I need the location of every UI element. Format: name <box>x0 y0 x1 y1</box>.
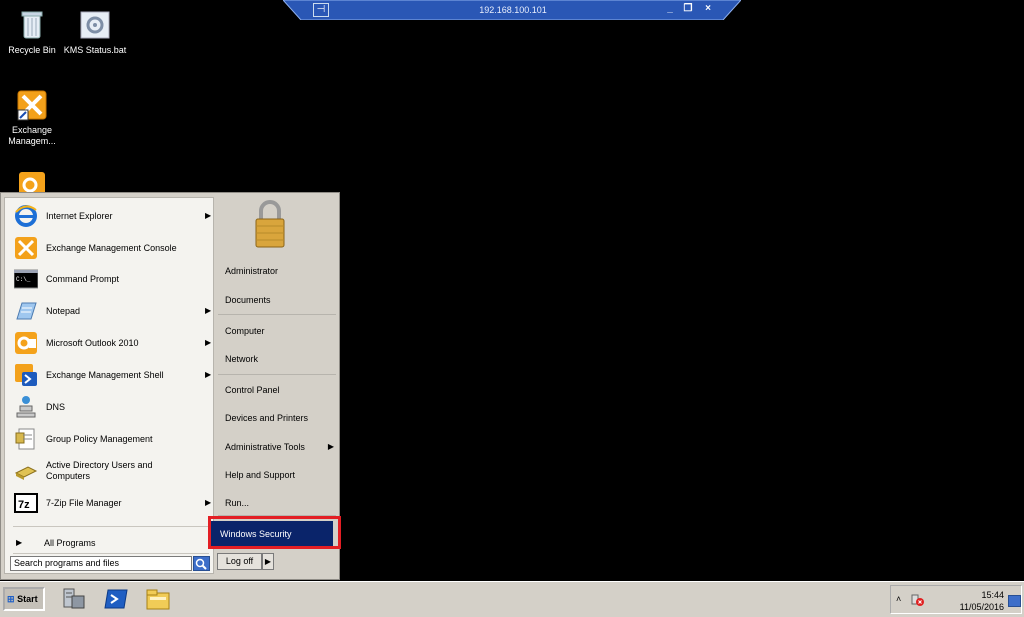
clock-date: 11/05/2016 <box>959 602 1004 612</box>
program-label: DNS <box>46 402 66 412</box>
outlook-icon <box>15 168 49 192</box>
rdp-restore-button[interactable]: ❐ <box>681 3 695 15</box>
log-off-button[interactable]: Log off <box>217 553 262 570</box>
place-network[interactable]: Network <box>224 350 340 368</box>
pin-icon[interactable]: ⊣ <box>313 3 329 17</box>
program-exchange-console[interactable]: Exchange Management Console <box>10 233 215 263</box>
submenu-arrow-icon: ▶ <box>205 211 212 220</box>
command-prompt-icon: C:\_ <box>13 267 39 291</box>
submenu-arrow-icon: ▶ <box>205 370 212 379</box>
shutdown-options-arrow-icon[interactable]: ▶ <box>262 553 274 570</box>
place-help-support[interactable]: Help and Support <box>224 466 340 484</box>
program-internet-explorer[interactable]: Internet Explorer ▶ <box>10 201 215 231</box>
program-outlook[interactable]: Microsoft Outlook 2010 ▶ <box>10 328 215 358</box>
program-command-prompt[interactable]: C:\_ Command Prompt <box>10 264 215 294</box>
active-directory-icon <box>14 459 38 483</box>
program-label: Microsoft Outlook 2010 <box>46 338 139 348</box>
desktop-icon-label: Recycle Bin <box>8 45 56 55</box>
submenu-arrow-icon: ▶ <box>205 306 212 315</box>
submenu-arrow-icon: ▶ <box>327 442 334 451</box>
program-dns[interactable]: DNS <box>10 392 215 422</box>
program-label: Command Prompt <box>46 274 120 284</box>
submenu-arrow-icon: ▶ <box>205 338 212 347</box>
place-administrative-tools[interactable]: Administrative Tools ▶ <box>224 438 340 456</box>
exchange-shell-icon <box>14 363 38 387</box>
program-label: Active Directory Users and Computers <box>46 460 153 481</box>
program-label: 7-Zip File Manager <box>46 498 122 508</box>
place-administrator[interactable]: Administrator <box>224 262 340 280</box>
desktop-icon-label: KMS Status.bat <box>63 45 127 55</box>
windows-logo-icon: ⊞ <box>7 594 15 604</box>
program-7zip[interactable]: 7z 7-Zip File Manager ▶ <box>10 488 215 518</box>
divider <box>218 374 336 375</box>
program-label: Internet Explorer <box>46 211 113 221</box>
programs-pane: Internet Explorer ▶ Exchange Management … <box>4 197 214 574</box>
program-label: Exchange Management Shell <box>46 370 164 380</box>
rdp-title: 192.168.100.101 <box>479 5 547 15</box>
svg-text:7z: 7z <box>18 499 30 511</box>
svg-text:C:\_: C:\_ <box>16 276 31 283</box>
divider <box>13 553 209 554</box>
desktop-icon-label: Exchange Managem... <box>8 125 56 146</box>
rdp-minimize-button[interactable]: _ <box>663 3 677 15</box>
clock[interactable]: 15:44 11/05/2016 <box>946 589 1004 613</box>
place-control-panel[interactable]: Control Panel <box>224 381 340 399</box>
program-active-directory[interactable]: Active Directory Users and Computers <box>10 456 215 486</box>
start-button[interactable]: ⊞ Start <box>3 587 45 611</box>
submenu-arrow-icon: ▶ <box>205 498 212 507</box>
7zip-icon: 7z <box>14 491 38 515</box>
all-programs-button[interactable]: ▶ All Programs <box>10 535 215 551</box>
notepad-icon <box>14 299 38 323</box>
program-label: Notepad <box>46 306 81 316</box>
all-programs-label: All Programs <box>44 538 96 548</box>
network-alert-icon[interactable] <box>911 593 925 607</box>
place-run[interactable]: Run... <box>224 494 340 512</box>
program-notepad[interactable]: Notepad ▶ <box>10 296 215 326</box>
exchange-management-icon <box>15 88 49 122</box>
batch-file-icon <box>78 8 112 42</box>
desktop-icon-kms-status[interactable]: KMS Status.bat <box>63 8 127 56</box>
place-computer[interactable]: Computer <box>224 322 340 340</box>
program-label: Group Policy Management <box>46 434 153 444</box>
explorer-folder-icon[interactable] <box>145 586 171 612</box>
exchange-console-icon <box>14 236 38 260</box>
internet-explorer-icon <box>14 204 38 228</box>
rdp-close-button[interactable]: × <box>701 3 715 15</box>
desktop-icon-recycle-bin[interactable]: Recycle Bin <box>0 8 64 56</box>
recycle-bin-icon <box>15 8 49 42</box>
outlook-icon <box>14 331 38 355</box>
clock-time: 15:44 <box>981 590 1004 600</box>
start-label: Start <box>17 594 38 604</box>
taskbar: ⊞ Start ˄ 15:44 11/05/2016 <box>0 581 1024 617</box>
search-input[interactable]: Search programs and files <box>10 556 192 571</box>
places-pane: Administrator Documents Computer Network… <box>211 197 340 547</box>
dns-icon <box>14 395 38 419</box>
notification-area: ˄ 15:44 11/05/2016 <box>890 585 1022 614</box>
program-exchange-shell[interactable]: Exchange Management Shell ▶ <box>10 360 215 390</box>
search-icon[interactable] <box>193 556 210 571</box>
place-devices-printers[interactable]: Devices and Printers <box>224 409 340 427</box>
powershell-icon[interactable] <box>103 586 129 612</box>
desktop-icon-exchange-management[interactable]: Exchange Managem... <box>0 88 64 147</box>
show-hidden-icons-icon[interactable]: ˄ <box>896 594 901 604</box>
user-picture-lock-icon <box>252 199 288 249</box>
chevron-right-icon: ▶ <box>16 538 23 547</box>
desktop-icon-outlook[interactable] <box>0 168 64 192</box>
highlight-box <box>208 516 341 549</box>
place-label: Administrative Tools <box>225 442 305 452</box>
show-desktop-icon[interactable] <box>1008 595 1021 607</box>
group-policy-icon <box>14 427 38 451</box>
divider <box>218 314 336 315</box>
program-label: Exchange Management Console <box>46 243 177 253</box>
rdp-connection-bar: ⊣ 192.168.100.101 _ ❐ × <box>283 0 741 20</box>
program-group-policy[interactable]: Group Policy Management <box>10 424 215 454</box>
divider <box>13 526 209 527</box>
place-documents[interactable]: Documents <box>224 291 340 309</box>
server-manager-icon[interactable] <box>60 586 86 612</box>
